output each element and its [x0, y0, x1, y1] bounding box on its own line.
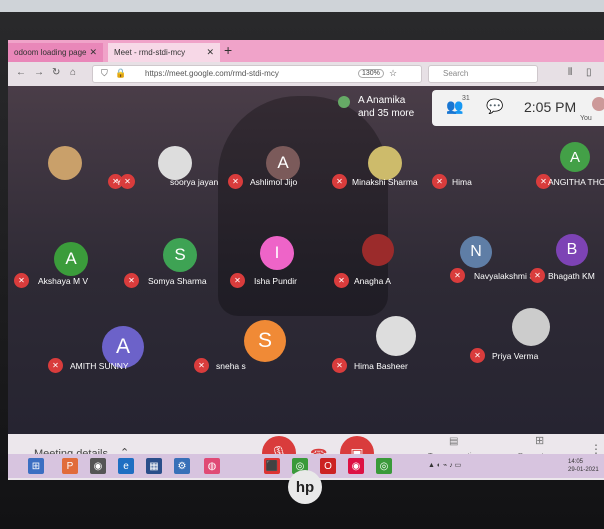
present-icon[interactable]: ⊞: [535, 434, 544, 447]
camera-app-icon[interactable]: ◉: [90, 458, 106, 474]
mic-off-icon: ✕: [432, 174, 447, 189]
bookmark-star-icon[interactable]: ☆: [389, 68, 397, 79]
opera-icon[interactable]: O: [320, 458, 336, 474]
store-icon[interactable]: ▦: [146, 458, 162, 474]
new-tab-button[interactable]: +: [224, 42, 232, 58]
self-avatar: [592, 97, 604, 111]
participant-name: Hima Basheer: [354, 361, 408, 371]
presenter-avatar: [338, 96, 350, 108]
captions-icon[interactable]: ▤: [449, 436, 458, 447]
participant-name: Minakshi Sharma: [352, 177, 418, 187]
participant-avatar: [512, 308, 550, 346]
mic-off-icon: ✕: [48, 358, 63, 373]
back-icon[interactable]: ←: [16, 67, 26, 78]
participant-name: Isha Pundir: [254, 276, 297, 286]
participant-avatar: N: [460, 236, 492, 268]
close-icon[interactable]: ✕: [89, 47, 97, 58]
tab-label: Meet - rmd-stdi-mcy: [114, 48, 186, 57]
shield-icon[interactable]: ⛉: [101, 68, 108, 79]
participant-avatar: [362, 234, 394, 266]
lock-icon[interactable]: 🔒: [115, 68, 126, 79]
participant-avatar: S: [163, 238, 197, 272]
participant-name: Bhagath KM: [548, 271, 595, 281]
participant-name: Hima: [452, 177, 472, 187]
participant-name: Akshaya M V: [38, 276, 89, 286]
meet-top-panel: 👥 31 💬 2:05 PM You: [432, 90, 604, 126]
reload-icon[interactable]: ↻: [52, 67, 60, 78]
participant-avatar: I: [260, 236, 294, 270]
zoom-level[interactable]: 130%: [358, 69, 384, 78]
taskbar-date: 29-01-2021: [568, 467, 599, 473]
participant-avatar: [158, 146, 192, 180]
url-bar[interactable]: ⛉ 🔒 https://meet.google.com/rmd-stdi-mcy…: [92, 65, 422, 83]
participant-name: Ashlimol Jijo: [250, 177, 298, 187]
library-icon[interactable]: ⫴: [568, 67, 572, 78]
participant-name: Somya Sharma: [148, 276, 207, 286]
mic-off-icon: ✕: [334, 273, 349, 288]
tab-loading-page[interactable]: odoom loading page ✕: [8, 43, 103, 62]
participant-name: ANGITHA THOM: [548, 177, 604, 187]
close-icon[interactable]: ✕: [206, 47, 214, 58]
media-icon[interactable]: ◉: [348, 458, 364, 474]
start-icon[interactable]: ⊞: [28, 458, 44, 474]
background-shelf: [0, 0, 604, 12]
clock: 2:05 PM: [524, 99, 577, 115]
mic-off-icon: ✕: [124, 273, 139, 288]
participant-avatar: A: [266, 146, 300, 180]
sidebar-icon[interactable]: ▯: [586, 67, 592, 78]
participant-name: AMITH SUNNY: [70, 361, 129, 371]
mic-off-icon: ✕: [14, 273, 29, 288]
self-label: You: [580, 115, 592, 122]
meet-stage: A Anamika and 35 more 👥 31 💬 2:05 PM You…: [8, 86, 604, 434]
nav-bar: ← → ↻ ⌂ ⛉ 🔒 https://meet.google.com/rmd-…: [8, 62, 604, 86]
mic-off-icon: ✕: [530, 268, 545, 283]
people-icon[interactable]: 👥: [446, 98, 463, 115]
home-icon[interactable]: ⌂: [70, 67, 76, 78]
participant-avatar: [368, 146, 402, 180]
screen: odoom loading page ✕ Meet - rmd-stdi-mcy…: [8, 40, 604, 480]
mic-off-icon: ✕: [470, 348, 485, 363]
participant-name: soorya jayan: [170, 177, 219, 187]
presenter-info: A Anamika and 35 more: [358, 94, 414, 120]
system-tray-icons[interactable]: ▲ ◐ ⌁ ♪ ▭: [428, 461, 461, 469]
presenter-more: and 35 more: [358, 108, 415, 119]
participant-avatar: A: [560, 142, 590, 172]
participant-avatar: [48, 146, 82, 180]
participant-name: Navyalakshmi S: [474, 271, 535, 281]
edge-icon[interactable]: e: [118, 458, 134, 474]
settings-icon[interactable]: ⚙: [174, 458, 190, 474]
forward-icon[interactable]: →: [34, 67, 44, 78]
chat-icon[interactable]: 💬: [486, 98, 503, 115]
presenter-name: A Anamika: [358, 95, 406, 106]
pdf-icon[interactable]: ⬛: [264, 458, 280, 474]
taskbar-clock: 14:05 29-01-2021: [568, 458, 599, 474]
tab-label: odoom loading page: [14, 48, 87, 57]
participant-avatar: [376, 316, 416, 356]
taskbar-time: 14:05: [568, 459, 584, 465]
participant-name: Anagha A: [354, 276, 391, 286]
search-input[interactable]: Search: [428, 65, 538, 83]
participant-name: Priya Verma: [492, 351, 539, 361]
participant-avatar: A: [54, 242, 88, 276]
participant-count: 31: [462, 95, 470, 102]
mic-off-icon: ✕: [194, 358, 209, 373]
app-icon-p[interactable]: P: [62, 458, 78, 474]
mic-off-icon: ✕: [120, 174, 135, 189]
participant-avatar: B: [556, 234, 588, 266]
mic-off-icon: ✕: [228, 174, 243, 189]
participant-name: sneha s: [216, 361, 246, 371]
hp-logo: hp: [288, 470, 322, 504]
participant-avatar: S: [244, 320, 286, 362]
firefox-icon[interactable]: ◍: [204, 458, 220, 474]
mic-off-icon: ✕: [332, 174, 347, 189]
url-text: https://meet.google.com/rmd-stdi-mcy: [145, 69, 279, 78]
mic-off-icon: ✕: [332, 358, 347, 373]
tab-meet[interactable]: Meet - rmd-stdi-mcy ✕: [108, 43, 220, 62]
tab-strip: odoom loading page ✕ Meet - rmd-stdi-mcy…: [8, 40, 604, 62]
mic-off-icon: ✕: [230, 273, 245, 288]
chrome-icon-2[interactable]: ◎: [376, 458, 392, 474]
mic-off-icon: ✕: [450, 268, 465, 283]
